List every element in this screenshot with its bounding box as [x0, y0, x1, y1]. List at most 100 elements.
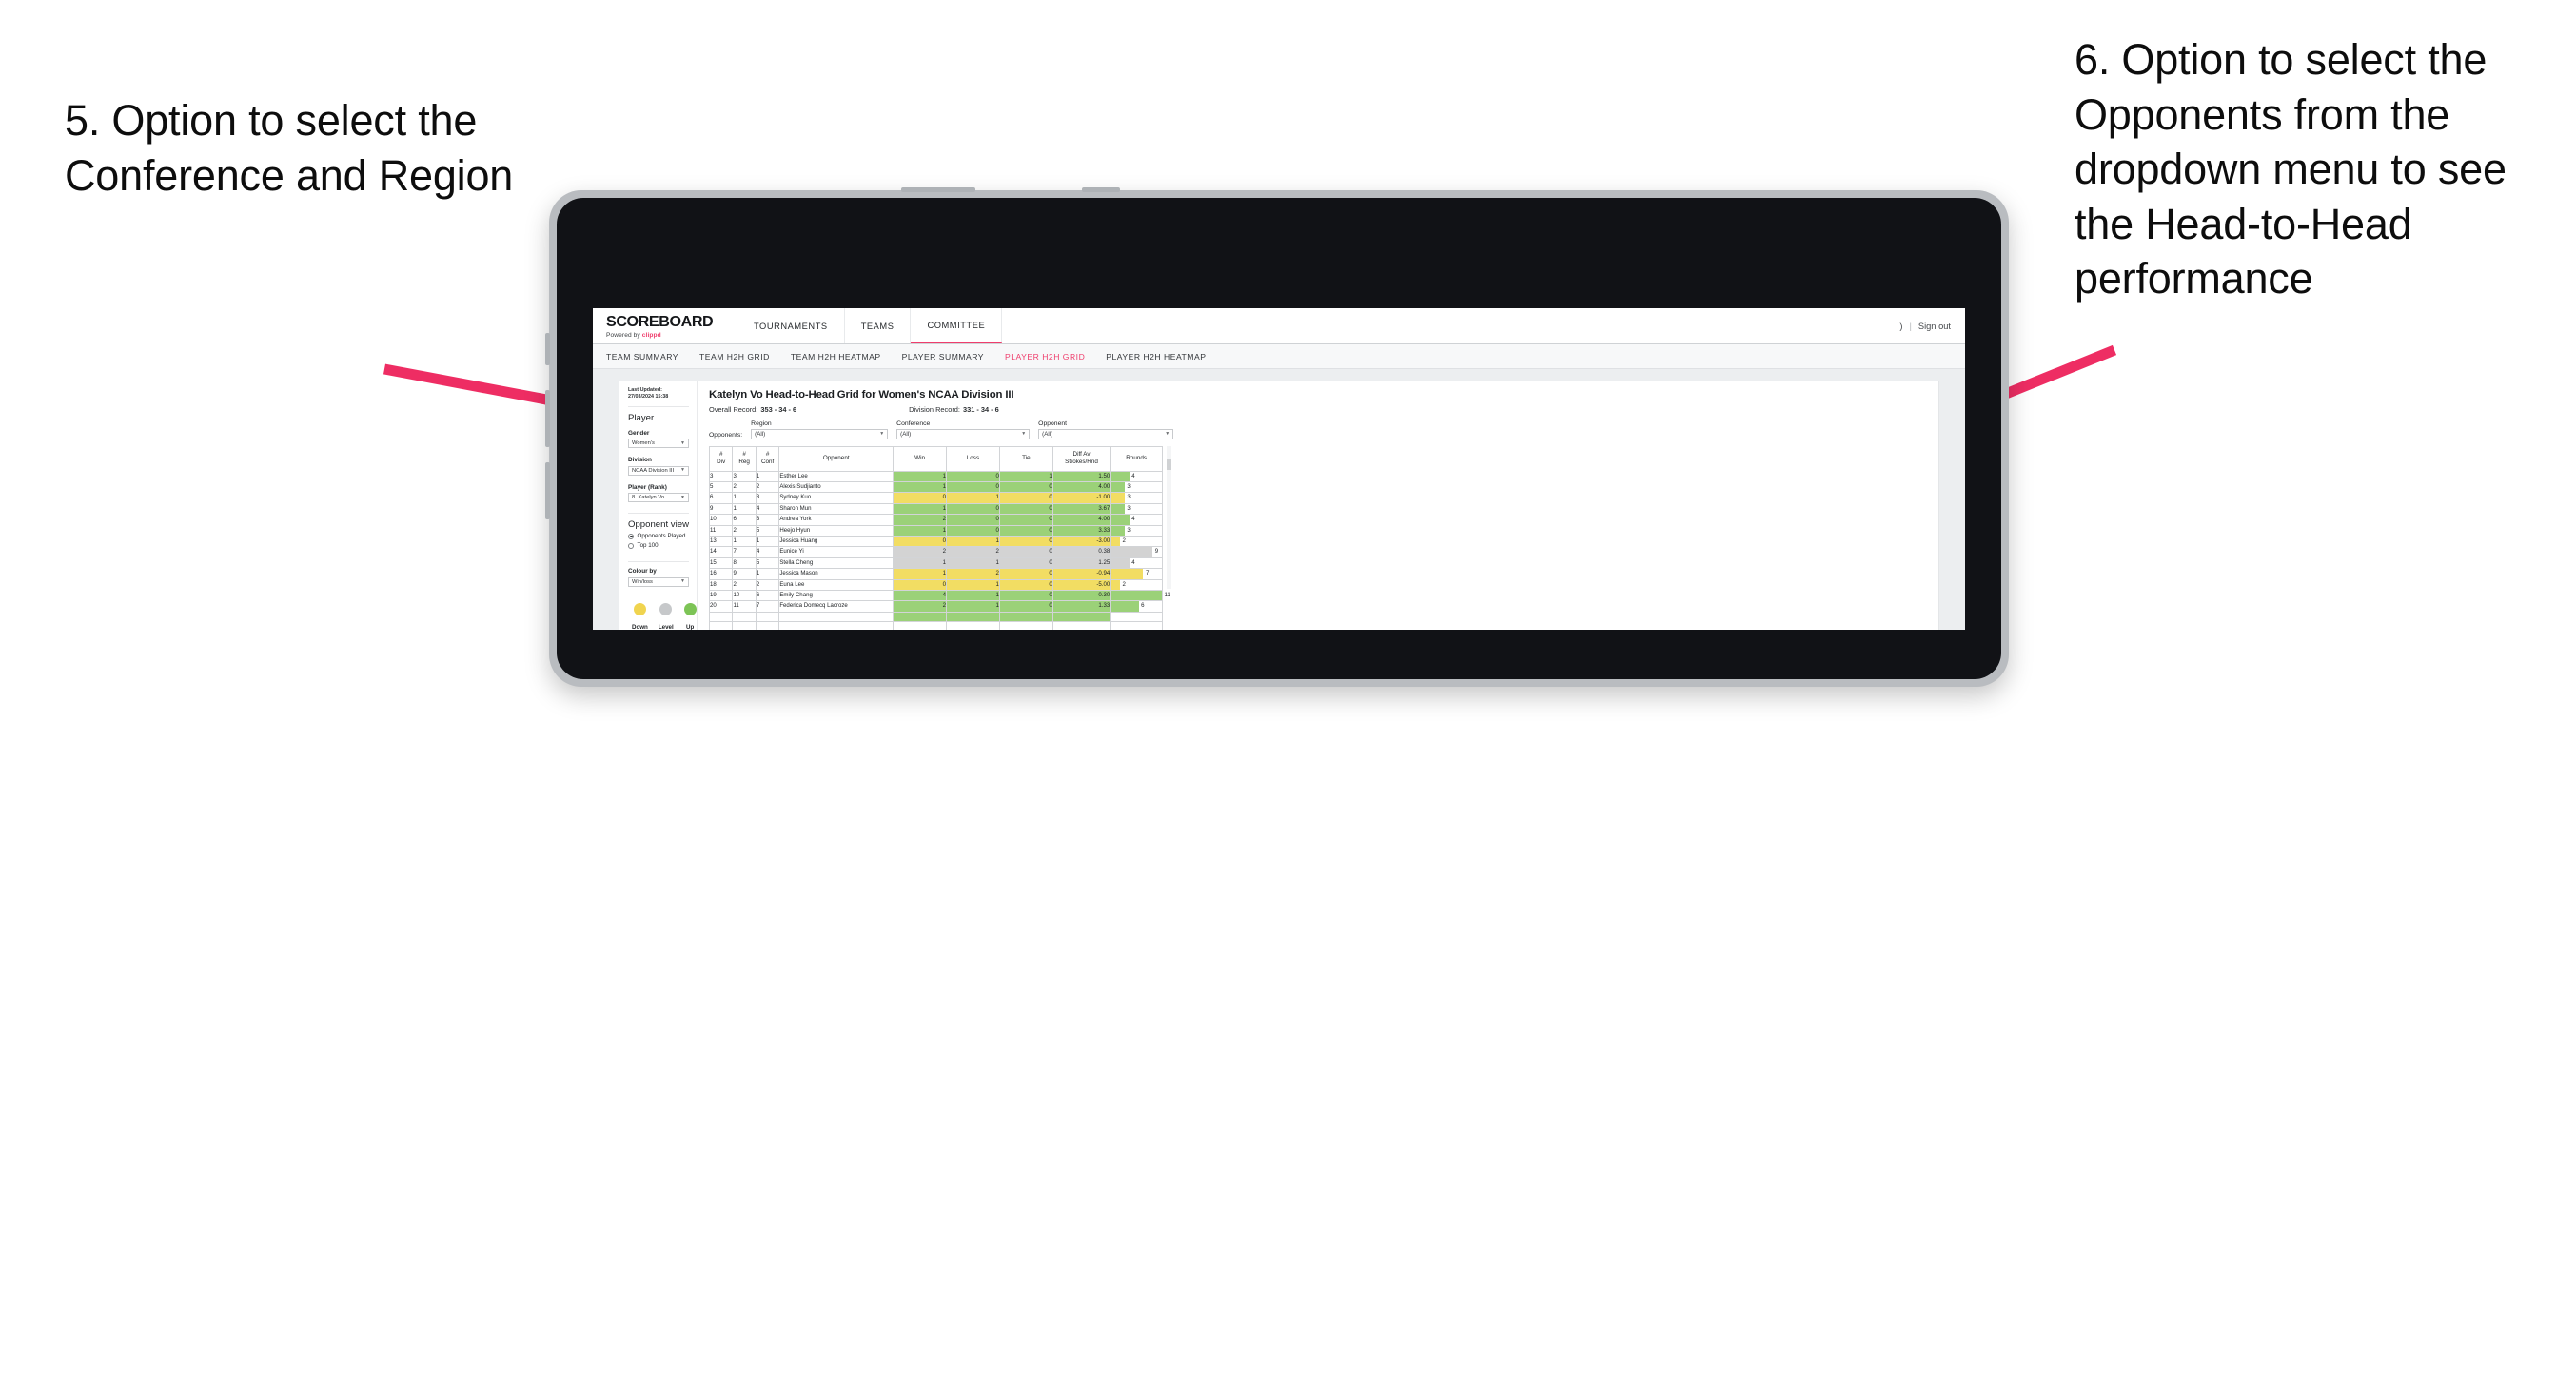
subnav-item-team-summary[interactable]: TEAM SUMMARY	[606, 352, 678, 361]
overall-record-label: Overall Record:	[709, 405, 758, 414]
table-row[interactable]: 11 2 5 Heejo Hyun 1 0 0 3.33 3	[708, 524, 1163, 537]
cell-tie: 1	[998, 470, 1053, 482]
topbar-account-area: ) | Sign out	[1899, 308, 1965, 343]
rounds-bar	[1111, 557, 1130, 569]
subnav-item-player-h2h-grid[interactable]: PLAYER H2H GRID	[1005, 352, 1085, 361]
tablet-top-button-2	[1082, 187, 1120, 192]
radio-opponents-played[interactable]: Opponents Played	[628, 533, 689, 539]
topnav-item-teams[interactable]: TEAMS	[845, 308, 912, 343]
cell-diff: 0.30	[1052, 589, 1111, 602]
cell-loss: 0	[946, 502, 1000, 516]
cell-rounds: 3	[1110, 524, 1163, 537]
table-blank-row	[708, 621, 1163, 630]
cell-blank	[708, 621, 734, 630]
cell-win: 1	[893, 524, 948, 537]
table-row[interactable]: 9 1 4 Sharon Mun 1 0 0 3.67 3	[708, 502, 1163, 516]
region-filter: Region (All) ▼	[751, 420, 889, 439]
cell-diff: -0.94	[1052, 568, 1111, 580]
cell-div: 13	[708, 535, 734, 548]
radio-selected-icon	[628, 533, 634, 539]
cell-win: 2	[893, 514, 948, 526]
table-row[interactable]: 18 2 2 Euna Lee 0 1 0 -5.00 2	[708, 578, 1163, 591]
app-screen: SCOREBOARD Powered by clippd TOURNAMENTS…	[593, 308, 1965, 630]
table-row[interactable]: 10 6 3 Andrea York 2 0 0 4.00 4	[708, 514, 1163, 526]
legend-dot-level-icon	[659, 602, 673, 615]
player-rank-label: Player (Rank)	[628, 483, 667, 491]
h2h-grid-wrapper: # Div # Reg # Conf Opponent Win Loss Tie…	[708, 445, 1171, 630]
cell-win: 1	[893, 568, 948, 580]
gender-select[interactable]: Women's ▼	[628, 439, 689, 449]
legend-label-down: Down	[632, 623, 648, 630]
opponent-filter-select[interactable]: (All) ▼	[1038, 429, 1174, 439]
chevron-down-icon: ▼	[680, 494, 685, 500]
table-row[interactable]: 3 3 1 Esther Lee 1 0 1 1.50 4	[708, 470, 1163, 482]
cell-win: 2	[893, 600, 948, 613]
topnav-item-tournaments[interactable]: TOURNAMENTS	[737, 308, 845, 343]
sidebar-heading-opponent-view: Opponent view	[628, 519, 689, 531]
rounds-bar	[1111, 547, 1153, 557]
legend-item-down: Down	[632, 602, 648, 630]
account-chevron-icon[interactable]: )	[1899, 322, 1902, 331]
table-row[interactable]: 5 2 2 Alexis Sudjianto 1 0 0 4.00 3	[708, 480, 1163, 494]
conference-filter-select[interactable]: (All) ▼	[896, 429, 1031, 439]
cell-loss: 2	[946, 546, 1000, 558]
cell-div: 3	[708, 470, 734, 482]
conference-filter: Conference (All) ▼	[896, 420, 1031, 439]
subnav-item-team-h2h-grid[interactable]: TEAM H2H GRID	[699, 352, 770, 361]
header-diff-line1: Diff Av	[1072, 451, 1091, 459]
cell-diff: 1.50	[1052, 470, 1111, 482]
cell-tie: 0	[998, 514, 1053, 526]
table-row[interactable]: 19 10 6 Emily Chang 4 1 0 0.30 11	[708, 589, 1170, 602]
sign-out-link[interactable]: Sign out	[1918, 322, 1951, 331]
radio-top-100[interactable]: Top 100	[628, 542, 689, 549]
table-row[interactable]: 20 11 7 Federica Domecq Lacroze 2 1 0 1.33 6	[708, 600, 1163, 613]
cell-partial	[946, 611, 1000, 623]
chevron-down-icon: ▼	[680, 578, 685, 585]
annotation-callout-6: 6. Option to select the Opponents from t…	[2075, 35, 2507, 303]
rounds-value: 4	[1131, 558, 1135, 566]
opponents-filter-label: Opponents:	[709, 431, 743, 439]
h2h-grid-body: 3 3 1 Esther Lee 1 0 1 1.50 4 5 2 2 Alexis Sudjianto…	[708, 470, 1170, 630]
header-tie: Tie	[998, 445, 1053, 472]
cell-partial	[1110, 611, 1163, 623]
app-logo[interactable]: SCOREBOARD Powered by clippd	[593, 308, 737, 343]
header-reg: # Reg	[732, 445, 757, 472]
sidebar-heading-player: Player	[628, 412, 655, 423]
rounds-bar	[1111, 601, 1139, 612]
grid-scrollbar[interactable]	[1167, 445, 1171, 589]
region-filter-select[interactable]: (All) ▼	[751, 429, 889, 439]
colour-by-select[interactable]: Win/loss ▼	[628, 576, 689, 587]
cell-diff: 4.00	[1052, 480, 1111, 494]
region-filter-label: Region	[751, 420, 772, 427]
header-reg-line2: Reg	[738, 459, 750, 465]
cell-opponent: Jessica Huang	[778, 535, 895, 548]
table-row[interactable]: 13 1 1 Jessica Huang 0 1 0 -3.00 2	[708, 535, 1163, 548]
filters-sidebar: Last Updated: 27/03/2024 15:38 Player Ge…	[619, 381, 698, 630]
table-row[interactable]: 15 8 5 Stella Cheng 1 1 0 1.25 4	[708, 556, 1163, 570]
cell-rounds: 4	[1110, 556, 1163, 570]
division-select[interactable]: NCAA Division III ▼	[628, 465, 689, 476]
cell-loss: 1	[946, 492, 1000, 504]
legend-item-level: Level	[659, 602, 674, 630]
cell-diff: -5.00	[1052, 578, 1111, 591]
subnav-item-team-h2h-heatmap[interactable]: TEAM H2H HEATMAP	[791, 352, 881, 361]
player-rank-value: 8. Katelyn Vo	[632, 495, 665, 501]
table-row[interactable]: 16 9 1 Jessica Mason 1 2 0 -0.94 7	[708, 568, 1163, 580]
table-row[interactable]: 14 7 4 Eunice Yi 2 2 0 0.38 9	[708, 546, 1163, 558]
rounds-value: 3	[1127, 504, 1131, 512]
gender-label: Gender	[628, 429, 650, 437]
cell-div: 11	[708, 524, 734, 537]
subnav-item-player-h2h-heatmap[interactable]: PLAYER H2H HEATMAP	[1106, 352, 1206, 361]
player-rank-select[interactable]: 8. Katelyn Vo ▼	[628, 493, 689, 503]
cell-rounds: 4	[1110, 514, 1163, 526]
cell-win: 1	[893, 480, 948, 494]
opponent-filters-row: Opponents: Region (All) ▼ Conference (Al…	[709, 420, 1927, 439]
table-row[interactable]: 6 1 3 Sydney Kuo 0 1 0 -1.00 3	[708, 492, 1163, 504]
cell-loss: 1	[946, 556, 1000, 570]
subnav-item-player-summary[interactable]: PLAYER SUMMARY	[902, 352, 984, 361]
cell-div: 14	[708, 546, 734, 558]
grid-scrollbar-thumb[interactable]	[1167, 459, 1171, 470]
legend-dot-up-icon	[683, 602, 697, 615]
topnav-item-committee[interactable]: COMMITTEE	[911, 308, 1003, 343]
